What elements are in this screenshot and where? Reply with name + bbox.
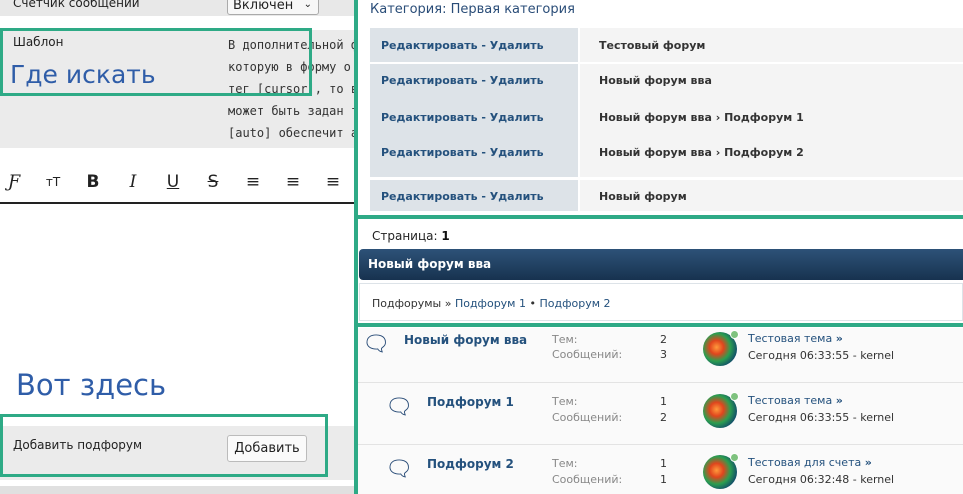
- list-item: 🗨 Новый форум вва Тем: 2 Сообщений: 3 Те…: [358, 328, 963, 388]
- editor-toolbar: Ƒ тТ B I U S ≡ ≡ ≡: [0, 160, 354, 204]
- bottom-row: [0, 486, 354, 494]
- posts-count: 3: [660, 348, 667, 361]
- subforums-box: Подфорумы » Подфорум 1 • Подфорум 2: [359, 283, 963, 321]
- last-topic-link[interactable]: Тестовая тема »: [748, 332, 843, 345]
- table-row: Редактировать - Удалить Новый форум: [370, 180, 963, 211]
- forum-title-link[interactable]: Подфорум 1: [427, 395, 514, 409]
- subforums-label: Подфорумы »: [372, 297, 452, 310]
- last-topic-link[interactable]: Тестовая тема »: [748, 394, 843, 407]
- last-post-time: Сегодня 06:33:55 - kernel: [748, 349, 895, 362]
- category-forum-table: Редактировать - Удалить Тестовый форум Р…: [370, 28, 963, 213]
- align-left-icon[interactable]: ≡: [242, 171, 264, 193]
- bold-icon[interactable]: B: [82, 171, 104, 193]
- avatar[interactable]: [703, 392, 739, 428]
- subforum-link[interactable]: Подфорум 1: [455, 297, 526, 310]
- italic-icon[interactable]: I: [122, 171, 144, 193]
- page-number[interactable]: 1: [441, 229, 449, 243]
- edit-delete-link[interactable]: Редактировать - Удалить: [381, 39, 544, 52]
- template-line: [auto] обеспечит ав: [228, 126, 354, 140]
- avatar[interactable]: [703, 330, 739, 366]
- online-dot-icon: [730, 392, 739, 401]
- annotation-divider-horizontal: [354, 215, 963, 219]
- counter-select[interactable]: Включен ⌄: [227, 0, 319, 15]
- strikethrough-icon[interactable]: S: [202, 171, 224, 193]
- forum-name: Новый форум вва › Подфорум 2: [599, 146, 804, 159]
- edit-delete-link[interactable]: Редактировать - Удалить: [381, 190, 544, 203]
- text-size-icon[interactable]: тТ: [42, 171, 64, 193]
- topics-count: 1: [660, 395, 667, 408]
- forum-name: Новый форум вва › Подфорум 1: [599, 111, 804, 124]
- topics-label: Тем:: [552, 395, 578, 408]
- forum-header-bar: Новый форум вва: [359, 249, 963, 280]
- forum-header-title: Новый форум вва: [368, 257, 492, 271]
- table-row: Редактировать - Удалить Новый форум вва …: [370, 64, 963, 177]
- edit-delete-link[interactable]: Редактировать - Удалить: [381, 74, 544, 87]
- annotation-right-here: Вот здесь: [16, 368, 167, 402]
- posts-label: Сообщений:: [552, 411, 623, 424]
- forum-name: Тестовый форум: [599, 39, 706, 52]
- forum-title-link[interactable]: Подфорум 2: [427, 457, 514, 471]
- template-line: может быть задан т: [228, 104, 354, 118]
- chat-bubbles-icon: 🗨: [362, 332, 390, 357]
- table-row: Редактировать - Удалить Тестовый форум: [370, 28, 963, 62]
- topics-label: Тем:: [552, 333, 578, 346]
- screenshot: Счетчик сообщений Включен ⌄ Шаблон В доп…: [0, 0, 963, 494]
- font-icon[interactable]: Ƒ: [3, 171, 25, 193]
- posts-count: 1: [660, 473, 667, 486]
- align-center-icon[interactable]: ≡: [282, 171, 304, 193]
- forum-name: Новый форум вва: [599, 74, 712, 87]
- online-dot-icon: [730, 453, 739, 462]
- align-right-icon[interactable]: ≡: [322, 171, 344, 193]
- topics-count: 1: [660, 457, 667, 470]
- counter-select-value: Включен: [233, 0, 294, 13]
- category-title: Категория: Первая категория: [370, 2, 575, 17]
- last-topic-link[interactable]: Тестовая для счета »: [748, 456, 872, 469]
- forum-title-link[interactable]: Новый форум вва: [404, 333, 527, 347]
- annotation-box-bottom: [0, 414, 328, 477]
- last-post-time: Сегодня 06:32:48 - kernel: [748, 473, 895, 486]
- avatar[interactable]: [703, 453, 739, 489]
- chat-bubbles-icon: 🗨: [385, 457, 413, 482]
- forum-overview-panel: Категория: Первая категория Редактироват…: [354, 0, 963, 494]
- posts-count: 2: [660, 411, 667, 424]
- forum-list: 🗨 Новый форум вва Тем: 2 Сообщений: 3 Те…: [358, 328, 963, 494]
- page-label: Страница:: [372, 229, 438, 243]
- online-dot-icon: [730, 330, 739, 339]
- posts-label: Сообщений:: [552, 473, 623, 486]
- subforums-line: Подфорумы » Подфорум 1 • Подфорум 2: [372, 297, 611, 310]
- last-post-time: Сегодня 06:33:55 - kernel: [748, 411, 895, 424]
- topics-label: Тем:: [552, 457, 578, 470]
- edit-delete-link[interactable]: Редактировать - Удалить: [381, 146, 544, 159]
- counter-row: Счетчик сообщений Включен ⌄: [0, 0, 354, 16]
- chat-bubbles-icon: 🗨: [385, 395, 413, 420]
- annotation-where-to-look: Где искать: [10, 60, 156, 89]
- chevron-down-icon: ⌄: [303, 0, 312, 10]
- posts-label: Сообщений:: [552, 348, 623, 361]
- forum-name: Новый форум: [599, 190, 687, 203]
- pagination: Страница: 1: [372, 229, 450, 243]
- subforum-link[interactable]: Подфорум 2: [539, 297, 610, 310]
- forum-settings-panel: Счетчик сообщений Включен ⌄ Шаблон В доп…: [0, 0, 354, 494]
- annotation-divider-horizontal: [354, 323, 963, 327]
- subforum-separator: •: [529, 297, 536, 310]
- list-item: 🗨 Подфорум 1 Тем: 1 Сообщений: 2 Тестова…: [358, 382, 963, 444]
- edit-delete-link[interactable]: Редактировать - Удалить: [381, 111, 544, 124]
- underline-icon[interactable]: U: [162, 171, 184, 193]
- topics-count: 2: [660, 333, 667, 346]
- list-item: 🗨 Подфорум 2 Тем: 1 Сообщений: 1 Тестова…: [358, 444, 963, 494]
- counter-label: Счетчик сообщений: [13, 0, 140, 10]
